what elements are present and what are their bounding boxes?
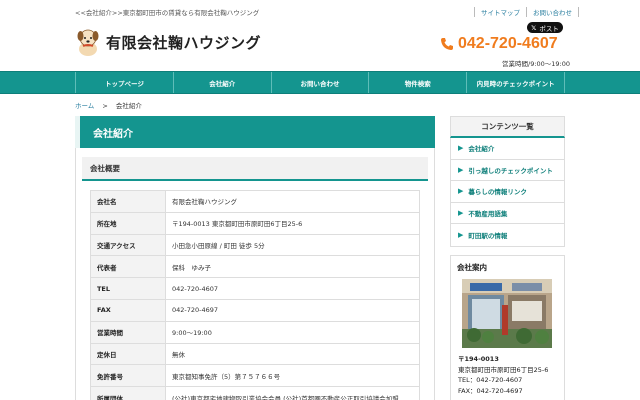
nav-contact[interactable]: お問い合わせ — [272, 72, 370, 93]
nav-property-search[interactable]: 物件検索 — [369, 72, 468, 93]
sidebar-item-moving-checkpoints[interactable]: ▶ 引っ越しのチェックポイント — [451, 160, 564, 181]
company-address-block: 〒194-0013 東京都町田市原町田6丁目25-6 TEL：042-720-4… — [458, 354, 548, 396]
dog-mascot-icon — [75, 27, 101, 57]
sidebar-list: ▶ 会社紹介 ▶ 引っ越しのチェックポイント ▶ 暮らしの情報リンク ▶ 不動産用語集 … — [450, 138, 565, 247]
x-post-button[interactable]: 𝕏 ポスト — [527, 22, 563, 33]
row-value: 有限会社鞠ハウジング — [165, 190, 420, 213]
sidebar-title: コンテンツ一覧 — [450, 116, 565, 138]
business-hours: 営業時間/9:00～19:00 — [502, 60, 571, 68]
top-links: サイトマップ お問い合わせ — [474, 7, 579, 17]
row-value: 〒194-0013 東京都町田市原町田6丁目25-6 — [165, 211, 420, 235]
header-phone[interactable]: 042-720-4607 — [440, 35, 558, 53]
breadcrumb-home[interactable]: ホーム — [75, 102, 94, 110]
global-nav: トップページ 会社紹介 お問い合わせ 物件検索 内見時のチェックポイント — [0, 71, 640, 94]
x-logo-icon: 𝕏 — [531, 23, 537, 32]
nav-company[interactable]: 会社紹介 — [174, 72, 272, 93]
storefront-photo — [462, 279, 552, 348]
chevron-right-icon: ▶ — [458, 230, 464, 239]
chevron-right-icon: ▶ — [458, 208, 464, 217]
breadcrumb-separator: > — [102, 102, 108, 110]
breadcrumb: ホーム > 会社紹介 — [75, 100, 142, 110]
sidebar-item-label: 会社紹介 — [468, 145, 495, 154]
table-row: FAX 042-720-4697 — [90, 298, 420, 322]
row-value: 042-720-4607 — [165, 277, 420, 300]
sitemap-link[interactable]: サイトマップ — [474, 7, 526, 17]
chevron-right-icon: ▶ — [458, 165, 464, 174]
table-row: 免許番号 東京都知事免許（5）第７５７６６号 — [90, 364, 420, 388]
contact-link[interactable]: お問い合わせ — [526, 7, 579, 17]
company-fax: FAX：042-720-4697 — [458, 386, 523, 395]
sidebar-item-label: 引っ越しのチェックポイント — [468, 166, 553, 175]
table-row: 所在地 〒194-0013 東京都町田市原町田6丁目25-6 — [90, 211, 420, 235]
phone-number: 042-720-4607 — [458, 35, 558, 52]
table-row: 営業時間 9:00～19:00 — [90, 320, 420, 344]
company-address: 東京都町田市原町田6丁目25-6 — [458, 365, 549, 374]
table-row: 所属団体 (公社)東京都宅地建物取引業協会会員 (公社)首都圏不動産公正取引協議会… — [90, 386, 420, 400]
top-breadcrumb: <<会社紹介>>東京都町田市の賃貸なら有限会社鞠ハウジング — [75, 9, 260, 17]
nav-viewing-checkpoints[interactable]: 内見時のチェックポイント — [467, 72, 565, 93]
row-value: (公社)東京都宅地建物取引業協会会員 (公社)首都圏不動産公正取引協議会加盟 — [165, 386, 420, 400]
phone-icon — [441, 38, 453, 50]
table-row: 代表者 保科 ゆみ子 — [90, 255, 420, 279]
row-key: TEL — [90, 277, 166, 300]
sidebar-item-living-links[interactable]: ▶ 暮らしの情報リンク — [451, 181, 564, 203]
row-value: 9:00～19:00 — [165, 320, 420, 344]
company-tel: TEL：042-720-4607 — [458, 376, 523, 384]
table-row: TEL 042-720-4607 — [90, 277, 420, 300]
row-key: 所在地 — [90, 211, 166, 235]
page-title: 会社紹介 — [75, 116, 435, 148]
site-logo[interactable]: 有限会社鞠ハウジング — [75, 27, 261, 57]
company-zip: 〒194-0013 — [458, 355, 499, 363]
company-info-table: 会社名 有限会社鞠ハウジング 所在地 〒194-0013 東京都町田市原町田6丁目2… — [90, 190, 420, 400]
sidebar-item-label: 暮らしの情報リンク — [468, 188, 527, 197]
row-key: 免許番号 — [90, 364, 166, 388]
x-post-label: ポスト — [539, 24, 559, 33]
sidebar-item-label: 町田駅の情報 — [468, 231, 508, 240]
top-strip: <<会社紹介>>東京都町田市の賃貸なら有限会社鞠ハウジング サイトマップ お問い… — [0, 0, 640, 22]
sidebar-item-company[interactable]: ▶ 会社紹介 — [451, 138, 564, 160]
row-key: 交通アクセス — [90, 233, 166, 257]
chevron-right-icon: ▶ — [458, 144, 464, 153]
row-value: 小田急小田原線 / 町田 徒歩 5分 — [165, 233, 420, 257]
sidebar-item-machida-station[interactable]: ▶ 町田駅の情報 — [451, 224, 564, 246]
company-name: 有限会社鞠ハウジング — [106, 33, 262, 52]
row-key: 定休日 — [90, 342, 166, 366]
table-row: 交通アクセス 小田急小田原線 / 町田 徒歩 5分 — [90, 233, 420, 257]
row-value: 東京都知事免許（5）第７５７６６号 — [165, 364, 420, 388]
company-info-title: 会社案内 — [457, 263, 487, 272]
nav-top-page[interactable]: トップページ — [75, 72, 174, 93]
table-row: 定休日 無休 — [90, 342, 420, 366]
row-key: 会社名 — [90, 190, 166, 213]
row-key: 代表者 — [90, 255, 166, 279]
row-key: 営業時間 — [90, 320, 166, 344]
table-row: 会社名 有限会社鞠ハウジング — [90, 190, 420, 213]
chevron-right-icon: ▶ — [458, 187, 464, 196]
sidebar-item-glossary[interactable]: ▶ 不動産用語集 — [451, 203, 564, 224]
row-value: 無休 — [165, 342, 420, 366]
sidebar-item-label: 不動産用語集 — [468, 209, 508, 218]
row-key: 所属団体 — [90, 386, 166, 400]
breadcrumb-current: 会社紹介 — [115, 102, 142, 110]
row-key: FAX — [90, 298, 166, 322]
section-title: 会社概要 — [82, 157, 428, 181]
row-value: 保科 ゆみ子 — [165, 255, 420, 279]
row-value: 042-720-4697 — [165, 298, 420, 322]
